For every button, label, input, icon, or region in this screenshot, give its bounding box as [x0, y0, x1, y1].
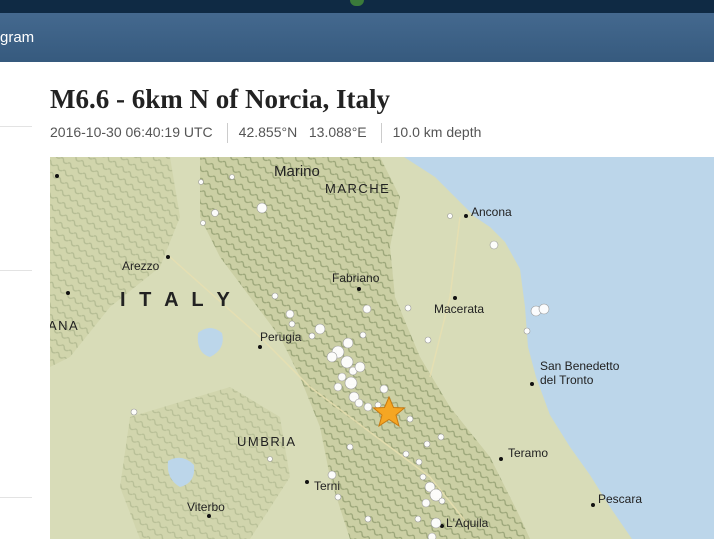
sidebar-divider — [0, 497, 32, 498]
city-laquila: L'Aquila — [440, 516, 489, 530]
aftershock-marker[interactable] — [198, 179, 204, 185]
aftershock-marker[interactable] — [415, 458, 423, 466]
aftershock-marker[interactable] — [314, 323, 326, 335]
aftershock-marker[interactable] — [423, 440, 431, 448]
aftershock-marker[interactable] — [364, 515, 372, 523]
aftershock-marker[interactable] — [354, 361, 366, 373]
aftershock-marker[interactable] — [430, 517, 442, 529]
aftershock-marker[interactable] — [402, 450, 410, 458]
region-label-umbria: UMBRIA — [237, 434, 297, 449]
nav-bar: gram — [0, 13, 714, 62]
city-dot — [66, 291, 70, 295]
divider — [380, 123, 382, 143]
svg-text:Ancona: Ancona — [471, 205, 512, 219]
aftershock-marker[interactable] — [374, 401, 382, 409]
aftershock-marker[interactable] — [523, 327, 531, 335]
svg-text:Fabriano: Fabriano — [332, 271, 380, 285]
event-depth: 10.0 km depth — [392, 123, 482, 140]
aftershock-marker[interactable] — [344, 376, 358, 390]
aftershock-marker[interactable] — [333, 382, 343, 392]
aftershock-marker[interactable] — [285, 309, 295, 319]
city-dot — [55, 174, 59, 178]
aftershock-marker[interactable] — [346, 443, 354, 451]
divider — [226, 123, 228, 143]
aftershock-marker[interactable] — [354, 398, 364, 408]
aftershock-marker[interactable] — [334, 493, 342, 501]
aftershock-marker[interactable] — [419, 473, 427, 481]
logo-glow — [350, 0, 364, 6]
aftershock-marker[interactable] — [271, 292, 279, 300]
svg-text:Terni: Terni — [314, 479, 340, 493]
page-title: M6.6 - 6km N of Norcia, Italy — [50, 84, 390, 114]
svg-text:Arezzo: Arezzo — [122, 259, 160, 273]
region-label-fragment: ANA — [50, 318, 79, 333]
aftershock-marker[interactable] — [489, 240, 499, 250]
region-label-marche: MARCHE — [325, 181, 390, 196]
aftershock-marker[interactable] — [288, 320, 296, 328]
aftershock-marker[interactable] — [414, 515, 422, 523]
svg-text:Marino: Marino — [274, 163, 320, 180]
svg-text:Teramo: Teramo — [508, 446, 548, 460]
event-time: 2016-10-30 06:40:19 UTC — [50, 123, 213, 140]
aftershock-marker[interactable] — [200, 220, 206, 226]
aftershock-marker[interactable] — [438, 497, 446, 505]
aftershock-marker[interactable] — [337, 372, 347, 382]
aftershock-marker[interactable] — [363, 402, 373, 412]
aftershock-marker[interactable] — [256, 202, 268, 214]
svg-text:Pescara: Pescara — [598, 492, 642, 506]
svg-text:Viterbo: Viterbo — [187, 500, 225, 514]
svg-text:Perugia: Perugia — [260, 330, 302, 344]
top-strip — [0, 0, 714, 13]
city-marino: Marino — [274, 163, 320, 180]
aftershock-marker[interactable] — [437, 433, 445, 441]
aftershock-marker[interactable] — [211, 209, 219, 217]
aftershock-marker[interactable] — [229, 174, 235, 180]
aftershock-marker[interactable] — [327, 470, 337, 480]
svg-text:San Benedetto: San Benedetto — [540, 359, 620, 373]
svg-text:L'Aquila: L'Aquila — [446, 516, 489, 530]
aftershock-marker[interactable] — [359, 331, 367, 339]
city-pescara: Pescara — [591, 492, 642, 507]
aftershock-marker[interactable] — [447, 213, 453, 219]
svg-text:del Tronto: del Tronto — [540, 373, 594, 387]
aftershock-marker[interactable] — [404, 304, 412, 312]
aftershock-marker[interactable] — [421, 498, 431, 508]
nav-item-program[interactable]: gram — [0, 29, 34, 46]
aftershock-marker[interactable] — [342, 337, 354, 349]
sidebar-divider — [0, 270, 32, 271]
aftershock-marker[interactable] — [538, 303, 550, 315]
aftershock-marker[interactable] — [379, 384, 389, 394]
aftershock-marker[interactable] — [267, 456, 273, 462]
aftershock-marker[interactable] — [308, 332, 316, 340]
event-map[interactable]: MARCHE UMBRIA I T A L Y ANA Marino Ancon… — [50, 157, 714, 539]
svg-text:Macerata: Macerata — [434, 302, 484, 316]
aftershock-marker[interactable] — [326, 351, 338, 363]
event-meta: 2016-10-30 06:40:19 UTC 42.855°N 13.088°E… — [50, 123, 481, 143]
sidebar-divider — [0, 126, 32, 127]
aftershock-marker[interactable] — [340, 355, 354, 369]
country-label-italy: I T A L Y — [120, 289, 234, 311]
aftershock-marker[interactable] — [130, 408, 138, 416]
aftershock-marker[interactable] — [424, 336, 432, 344]
aftershock-marker[interactable] — [406, 415, 414, 423]
aftershock-marker[interactable] — [427, 532, 437, 539]
event-latitude: 42.855°N — [238, 123, 298, 140]
city-ancona: Ancona — [464, 205, 512, 219]
event-longitude: 13.088°E — [308, 123, 367, 140]
aftershock-marker[interactable] — [362, 304, 372, 314]
